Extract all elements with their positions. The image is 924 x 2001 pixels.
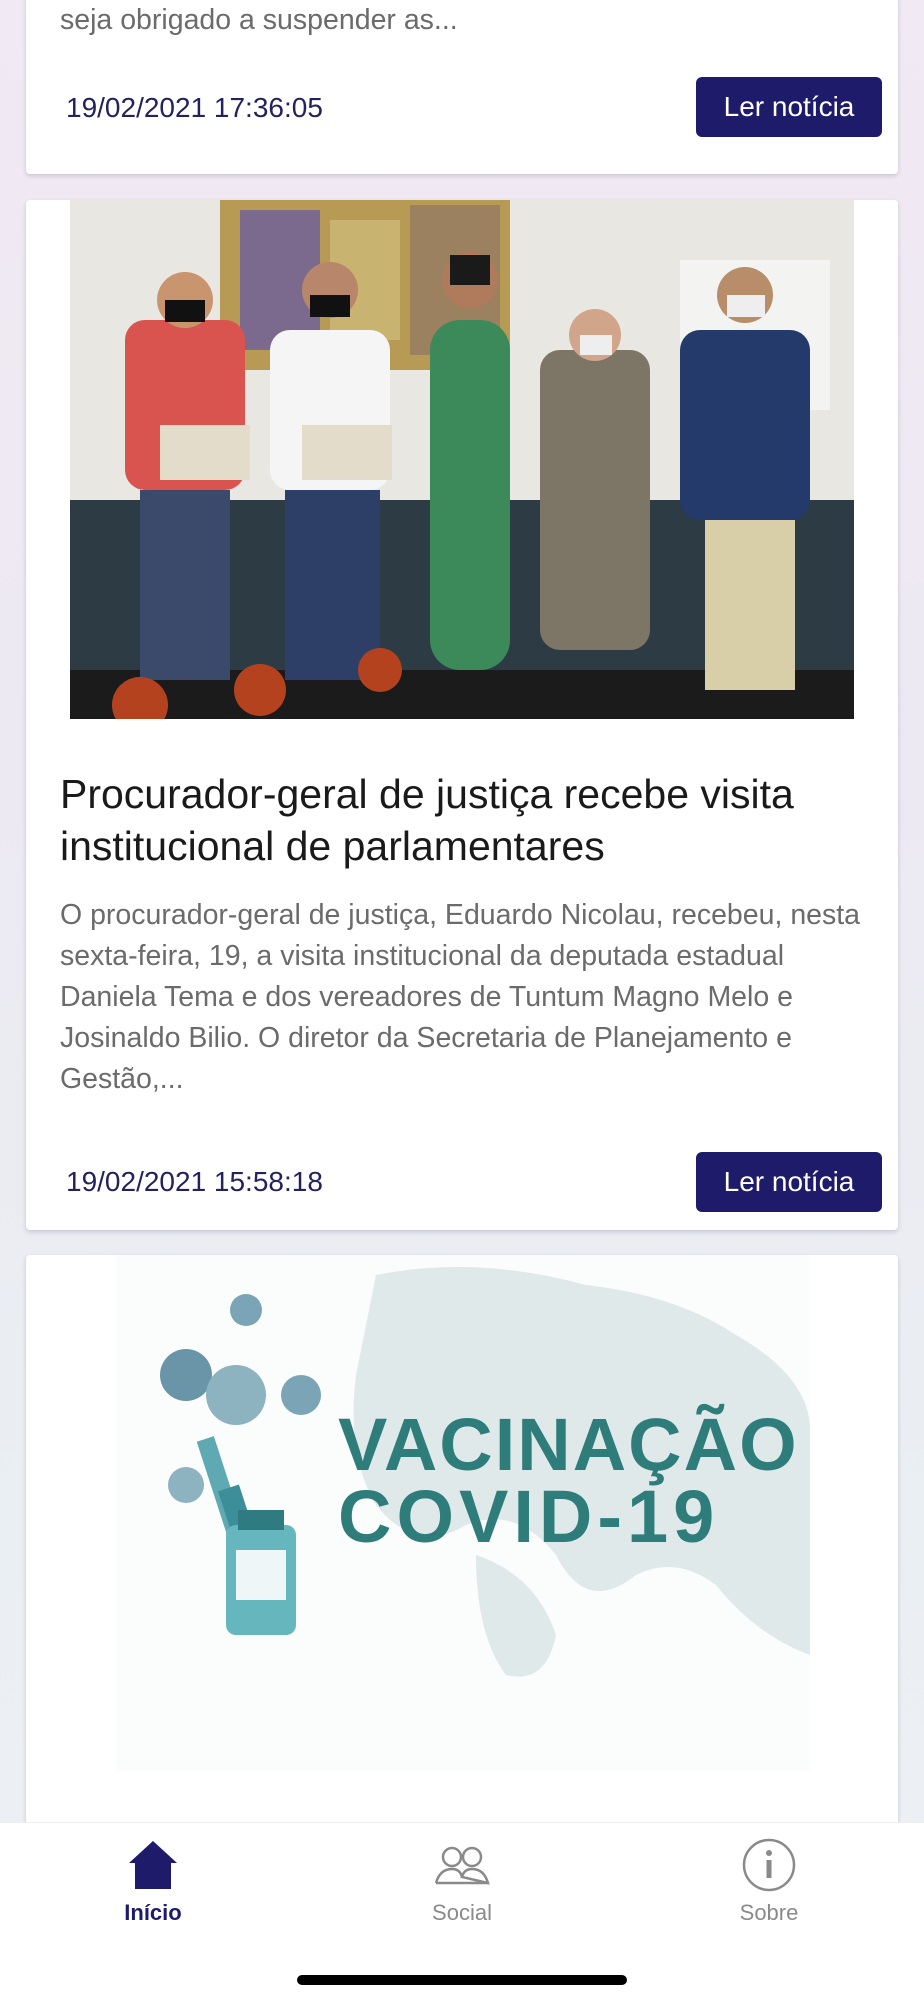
vaccine-banner-line2: COVID-19 <box>338 1475 720 1558</box>
home-indicator <box>297 1975 627 1985</box>
tab-label: Social <box>432 1900 492 1925</box>
tab-inicio[interactable]: Início <box>53 1823 253 1943</box>
news-title: Procurador-geral de justiça recebe visit… <box>60 771 794 869</box>
info-icon <box>742 1838 796 1892</box>
news-excerpt: O procurador-geral de justiça, Eduardo N… <box>60 899 861 1095</box>
tab-sobre[interactable]: Sobre <box>669 1823 869 1943</box>
tab-label: Sobre <box>739 1900 799 1925</box>
vaccine-banner-line1: VACINAÇÃO <box>338 1403 799 1486</box>
home-icon <box>129 1841 177 1889</box>
tab-label: Início <box>124 1900 182 1925</box>
news-date: 19/02/2021 17:36:05 <box>66 92 323 123</box>
read-news-button[interactable]: Ler notícia <box>696 1152 882 1212</box>
news-image: VACINAÇÃO COVID-19 <box>116 1255 810 1771</box>
news-image <box>70 200 854 719</box>
news-excerpt: seja obrigado a suspender as... <box>60 4 458 36</box>
tab-social[interactable]: Social <box>362 1823 562 1943</box>
people-icon <box>434 1846 490 1885</box>
news-card: seja obrigado a suspender as... 19/02/20… <box>26 0 898 174</box>
read-news-button[interactable]: Ler notícia <box>696 77 882 137</box>
news-date: 19/02/2021 15:58:18 <box>66 1166 323 1197</box>
news-card: VACINAÇÃO COVID-19 <box>26 1255 898 1855</box>
news-card: Procurador-geral de justiça recebe visit… <box>26 200 898 1230</box>
